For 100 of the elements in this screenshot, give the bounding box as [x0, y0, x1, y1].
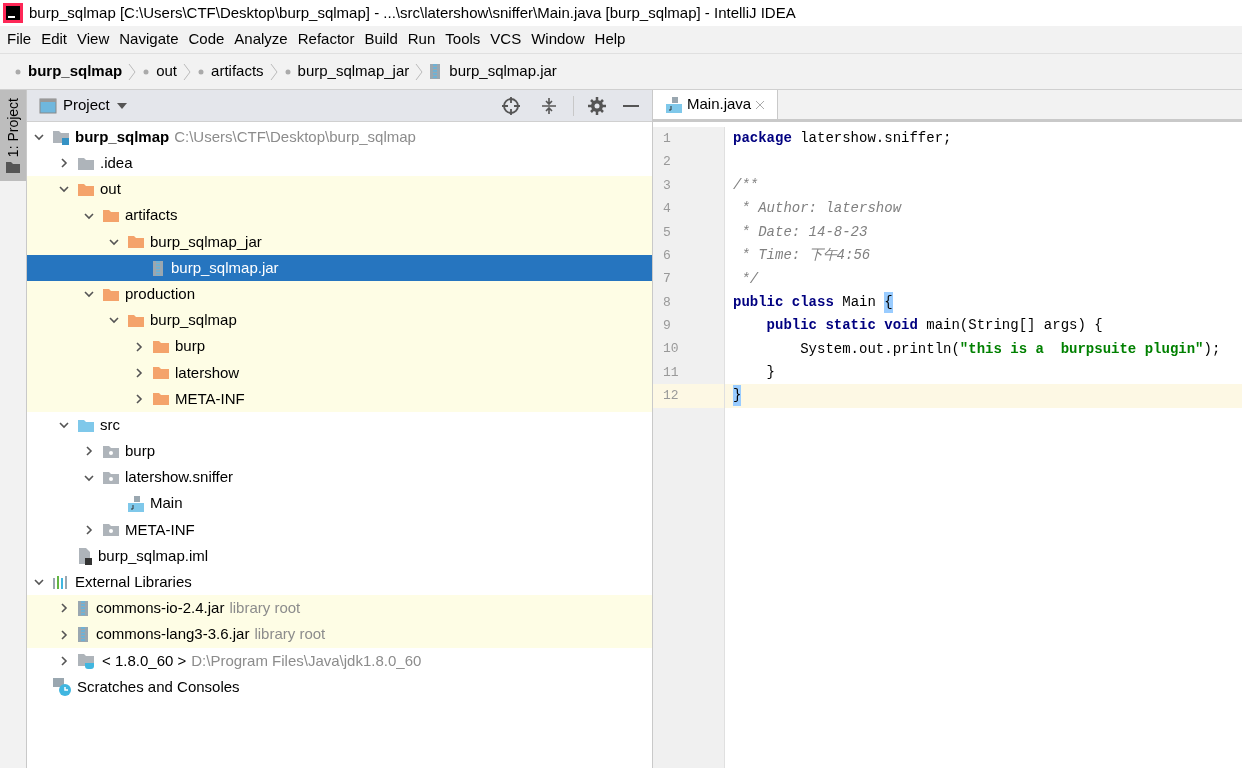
breadcrumb[interactable]: out — [156, 60, 178, 83]
menu-item[interactable]: Analyze — [229, 28, 293, 51]
dropdown-arrow-icon[interactable] — [115, 101, 128, 110]
tree-item[interactable]: commons-lang3-3.6.jar library root — [27, 621, 652, 648]
folder-icon — [6, 161, 20, 174]
chevron-right-icon — [183, 62, 192, 81]
line-number: 5 — [662, 223, 672, 242]
breadcrumb[interactable]: burp_sqlmap — [28, 60, 123, 83]
menu-item[interactable]: View — [72, 28, 115, 51]
chevron-right-icon — [415, 62, 424, 81]
tree-item-label: burp_sqlmap.jar — [171, 257, 279, 278]
line-number: 3 — [662, 176, 672, 195]
menu-item[interactable]: Help — [589, 28, 631, 51]
breadcrumb[interactable]: burp_sqlmap.jar — [449, 60, 557, 83]
line-number: 4 — [662, 200, 672, 219]
tree-item[interactable]: latershow.sniffer — [27, 464, 652, 491]
menu-item[interactable]: Build — [359, 28, 403, 51]
tree-item-hint: library root — [254, 624, 326, 645]
code-line: * Date: 14-8-23 — [740, 222, 869, 242]
locate-icon[interactable] — [501, 95, 521, 116]
chevron-right-icon[interactable] — [133, 392, 145, 405]
folder-icon — [127, 312, 145, 328]
folder-icon — [77, 417, 95, 433]
folder-icon — [152, 339, 170, 355]
tree-item-label: out — [100, 179, 121, 200]
side-tab[interactable]: 1: Project — [0, 90, 26, 182]
jar-icon — [77, 599, 91, 617]
tree-item[interactable]: commons-io-2.4.jar library root — [27, 595, 652, 622]
tree-item-label: burp_sqlmap — [150, 310, 237, 331]
menu-item[interactable]: VCS — [485, 28, 527, 51]
dot-icon — [142, 67, 151, 76]
chevron-right-icon[interactable] — [58, 602, 70, 615]
chevron-right-icon[interactable] — [58, 157, 70, 170]
tree-item[interactable]: META-INF — [27, 516, 652, 543]
side-tab-label: 1: Project — [3, 98, 22, 158]
breadcrumb[interactable]: burp_sqlmap_jar — [297, 60, 410, 83]
panel-title[interactable]: Project — [63, 94, 110, 117]
line-number: 2 — [662, 153, 672, 172]
code-line: * Author: latershow — [740, 199, 903, 219]
menu-item[interactable]: Code — [183, 28, 230, 51]
tree-item-label: Scratches and Consoles — [77, 676, 240, 697]
dot-icon — [14, 67, 22, 76]
app-logo-icon — [3, 3, 23, 23]
tree-item[interactable]: production — [27, 281, 652, 308]
tree-item[interactable]: External Libraries — [27, 569, 652, 596]
dot-icon — [197, 67, 206, 76]
dot-icon — [283, 67, 292, 76]
chevron-right-icon[interactable] — [58, 654, 70, 667]
collapse-all-icon[interactable] — [539, 95, 559, 116]
tree-item-label: External Libraries — [75, 572, 192, 593]
menu-item[interactable]: Window — [526, 28, 590, 51]
tree-item-label: commons-lang3-3.6.jar — [96, 624, 250, 645]
tree-item[interactable]: burp_sqlmap C:\Users\CTF\Desktop\burp_sqlmap — [27, 124, 652, 151]
tree-item[interactable]: Main — [27, 490, 652, 517]
chevron-right-icon[interactable] — [83, 445, 95, 458]
menu-item[interactable]: Tools — [440, 28, 486, 51]
breadcrumb[interactable]: artifacts — [211, 60, 264, 83]
menu-item[interactable]: Refactor — [292, 28, 360, 51]
tree-item-hint: library root — [229, 598, 301, 619]
code-line: * Time: 下午4:56 — [740, 246, 872, 266]
code-line: public class Main { — [725, 290, 1242, 315]
tree-item[interactable]: META-INF — [27, 385, 652, 413]
tree-item[interactable]: burp_sqlmap.jar — [27, 254, 652, 282]
chevron-right-icon[interactable] — [133, 366, 145, 379]
tree-item[interactable]: burp_sqlmap — [27, 307, 652, 334]
tree-item[interactable]: src — [27, 412, 652, 439]
chevron-right-icon[interactable] — [83, 523, 95, 536]
code-line: public static void main(String[] args) { — [765, 316, 1104, 336]
tree-item-label: Main — [150, 493, 183, 514]
code-line: */ — [740, 269, 760, 289]
folder-icon — [127, 234, 145, 250]
tree-item[interactable]: artifacts — [27, 202, 652, 229]
tree-item[interactable]: burp_sqlmap.iml — [27, 543, 652, 570]
menu-item[interactable]: Navigate — [114, 28, 184, 51]
tree-item[interactable]: burp — [27, 333, 652, 360]
tree-item-label: artifacts — [125, 205, 178, 226]
tree-item-label: META-INF — [175, 388, 245, 409]
tree-item[interactable]: burp — [27, 438, 652, 465]
tree-item-label: production — [125, 283, 196, 304]
tree-item-label: latershow — [175, 362, 240, 383]
tree-item-label: burp_sqlmap_jar — [150, 231, 262, 252]
tree-item[interactable]: .idea — [27, 150, 652, 177]
tree-item[interactable]: burp_sqlmap_jar — [27, 228, 652, 255]
editor-tab[interactable]: Main.java — [653, 90, 779, 119]
folder-icon — [77, 155, 95, 171]
tree-item[interactable]: latershow — [27, 359, 652, 386]
line-number: 7 — [662, 270, 672, 289]
menu-item[interactable]: Edit — [36, 28, 73, 51]
settings-icon[interactable] — [588, 96, 606, 115]
tree-item-label: .idea — [100, 153, 133, 174]
code-line: package latershow.sniffer; — [732, 129, 953, 149]
folder-icon — [152, 365, 170, 381]
tree-item[interactable]: out — [27, 176, 652, 203]
chevron-right-icon[interactable] — [58, 628, 70, 641]
menu-item[interactable]: File — [2, 28, 37, 51]
tree-item[interactable]: Scratches and Consoles — [27, 673, 652, 701]
menu-item[interactable]: Run — [402, 28, 441, 51]
tree-item[interactable]: < 1.8.0_60 > D:\Program Files\Java\jdk1.8.0_60 — [27, 647, 652, 674]
chevron-right-icon[interactable] — [133, 340, 145, 353]
jar-icon — [152, 259, 166, 277]
